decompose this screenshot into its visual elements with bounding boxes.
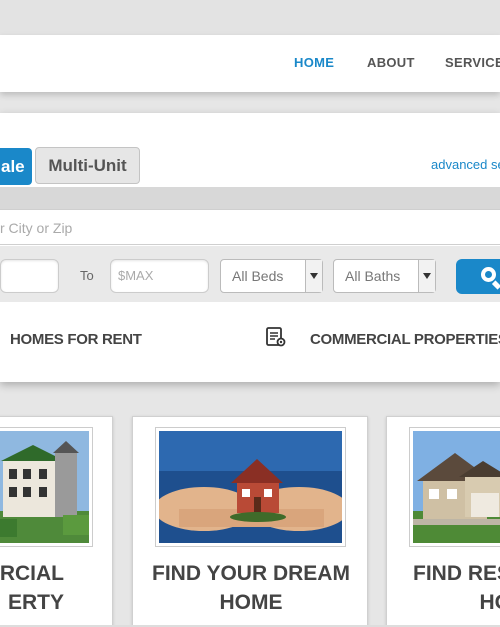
beds-select[interactable]: All Beds: [220, 259, 323, 293]
baths-select-value: All Baths: [345, 268, 401, 284]
chevron-down-icon: [418, 260, 435, 292]
search-icon-handle: [491, 280, 500, 290]
top-strip: [0, 0, 500, 35]
card-title: FIND RES HO: [413, 559, 500, 617]
chevron-down-icon: [305, 260, 322, 292]
card-title: ERCIAL ERTY: [0, 559, 64, 617]
location-placeholder: r City or Zip: [0, 220, 73, 236]
card-find-dream-home[interactable]: FIND YOUR DREAM HOME: [132, 416, 368, 627]
commercial-properties-link[interactable]: COMMERCIAL PROPERTIES: [310, 331, 500, 348]
price-to-label: To: [80, 268, 94, 283]
card-title-line2: ERTY: [7, 591, 64, 614]
card-commercial-property[interactable]: ERCIAL ERTY: [0, 416, 113, 627]
baths-select[interactable]: All Baths: [333, 259, 436, 293]
nav-about-link[interactable]: ABOUT: [367, 55, 415, 70]
apartment-building-photo: [0, 427, 93, 547]
nav-home-link[interactable]: HOME: [294, 55, 334, 70]
beds-select-value: All Beds: [232, 268, 284, 284]
card-title-line2: HO: [479, 591, 500, 614]
advanced-search-link[interactable]: advanced se: [431, 157, 500, 172]
price-max-input[interactable]: $MAX: [110, 259, 209, 293]
homes-for-rent-link[interactable]: HOMES FOR RENT: [10, 331, 142, 348]
nav-services-link[interactable]: SERVICES: [445, 55, 500, 70]
quick-links-row: HOMES FOR RENT COMMERCIAL PROPERTIES: [0, 302, 500, 382]
price-min-input[interactable]: [0, 259, 59, 293]
suburban-house-photo: [409, 427, 500, 547]
card-title: FIND YOUR DREAM HOME: [133, 559, 367, 617]
filter-row: To $MAX All Beds All Baths: [0, 246, 500, 302]
card-title-line2: HOME: [219, 591, 283, 614]
search-icon: [481, 267, 496, 282]
property-search-panel: ale Multi-Unit advanced se r City or Zip…: [0, 113, 500, 382]
location-search-input[interactable]: r City or Zip: [0, 209, 500, 245]
card-title-line1: FIND YOUR DREAM: [152, 562, 350, 585]
card-title-line1: FIND RES: [413, 562, 500, 585]
search-button[interactable]: [456, 259, 500, 294]
card-find-residential-home[interactable]: FIND RES HO: [386, 416, 500, 627]
tab-multi-unit[interactable]: Multi-Unit: [35, 147, 140, 184]
main-navbar: HOME ABOUT SERVICES: [0, 35, 500, 92]
house-in-hands-photo: [155, 427, 346, 547]
tab-for-sale[interactable]: ale: [0, 148, 32, 185]
document-search-icon: [266, 327, 286, 347]
card-title-line1: ERCIAL: [0, 562, 64, 585]
